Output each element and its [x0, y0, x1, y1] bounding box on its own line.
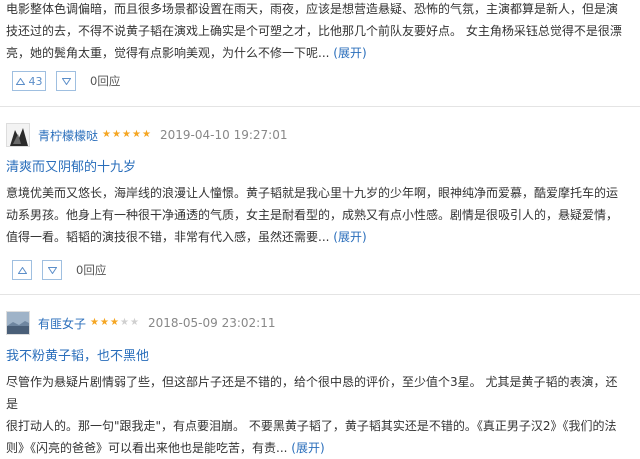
expand-link[interactable]: (展开): [291, 441, 324, 455]
review-body-line: 技还过的去，不得不说黄子韬在演戏上确实是个可塑之才，比他那几个前队友要好点。 女…: [6, 24, 622, 38]
review-body-line: 意境优美而又悠长，海岸线的浪漫让人憧憬。黄子韬就是我心里十九岁的少年啊，眼神纯净…: [6, 186, 619, 200]
star-rating: ★ ★ ★ ★ ★: [102, 130, 152, 140]
review-body-line: 则》《闪亮的爸爸》可以看出来他也是能吃苦，有责... (展开): [6, 437, 626, 459]
review-body-text: 亮，她的鬓角太重，觉得有点影响美观，为什么不修一下呢...: [6, 46, 330, 60]
review-date: 2019-04-10 19:27:01: [160, 128, 288, 142]
star-icon: ★: [120, 317, 129, 328]
star-icon: ★: [122, 129, 131, 140]
thumb-down-icon: [47, 264, 57, 277]
review-body-text: 则》《闪亮的爸爸》可以看出来他也是能吃苦，有责...: [6, 441, 288, 455]
upvote-button[interactable]: [12, 260, 32, 280]
avatar[interactable]: [6, 311, 30, 335]
downvote-button[interactable]: [56, 71, 76, 91]
review-body: 意境优美而又悠长，海岸线的浪漫让人憧憬。黄子韬就是我心里十九岁的少年啊，眼神纯净…: [6, 182, 626, 248]
star-icon: ★: [90, 317, 99, 328]
review-body-text: 值得一看。韬韬的演技很不错，非常有代入感，虽然还需要...: [6, 230, 330, 244]
divider: [0, 106, 640, 107]
review-body: 尽管作为悬疑片剧情弱了些，但这部片子还是不错的，给个很中恳的评价，至少值个3星。…: [6, 371, 626, 459]
star-icon: ★: [132, 129, 141, 140]
expand-link[interactable]: (展开): [333, 230, 366, 244]
review-body-line: 值得一看。韬韬的演技很不错，非常有代入感，虽然还需要... (展开): [6, 226, 626, 248]
review-header: 青柠檬檬哒 ★ ★ ★ ★ ★ 2019-04-10 19:27:01: [6, 122, 287, 148]
star-icon: ★: [110, 317, 119, 328]
review-body: 电影整体色调偏暗，而且很多场景都设置在雨天，雨夜，应该是想营造悬疑、恐怖的气氛，…: [6, 0, 626, 64]
review-body-line: 尽管作为悬疑片剧情弱了些，但这部片子还是不错的，给个很中恳的评价，至少值个3星。…: [6, 375, 618, 411]
review-header: 有匪女子 ★ ★ ★ ★ ★ 2018-05-09 23:02:11: [6, 310, 275, 336]
downvote-button[interactable]: [42, 260, 62, 280]
review-title[interactable]: 清爽而又阴郁的十九岁: [6, 156, 136, 175]
star-rating: ★ ★ ★ ★ ★: [90, 318, 140, 328]
username[interactable]: 有匪女子: [38, 315, 86, 332]
reply-link[interactable]: 0回应: [90, 73, 120, 89]
review-body-line: 动系男孩。他身上有一种很干净通透的气质，女主是耐看型的，成熟又有点小性感。剧情是…: [6, 208, 619, 222]
review-actions: 43 0回应: [12, 70, 120, 92]
username[interactable]: 青柠檬檬哒: [38, 127, 98, 144]
review-title[interactable]: 我不粉黄子韬，也不黑他: [6, 345, 149, 364]
review-date: 2018-05-09 23:02:11: [148, 316, 276, 330]
avatar[interactable]: [6, 123, 30, 147]
star-icon: ★: [102, 129, 111, 140]
thumb-up-icon: [15, 75, 25, 88]
expand-link[interactable]: (展开): [333, 46, 366, 60]
upvote-count: 43: [28, 74, 43, 88]
reply-link[interactable]: 0回应: [76, 262, 106, 278]
review-actions: 0回应: [12, 259, 106, 281]
review-body-line: 亮，她的鬓角太重，觉得有点影响美观，为什么不修一下呢... (展开): [6, 42, 626, 64]
star-icon: ★: [142, 129, 151, 140]
review-body-line: 电影整体色调偏暗，而且很多场景都设置在雨天，雨夜，应该是想营造悬疑、恐怖的气氛，…: [6, 2, 619, 16]
divider: [0, 294, 640, 295]
thumb-up-icon: [17, 264, 27, 277]
upvote-button[interactable]: 43: [12, 71, 46, 91]
star-icon: ★: [130, 317, 139, 328]
thumb-down-icon: [61, 75, 71, 88]
review-body-line: 很打动人的。那一句"跟我走"，有点要泪崩。 不要黑黄子韬了，黄子韬其实还是不错的…: [6, 419, 617, 433]
star-icon: ★: [100, 317, 109, 328]
star-icon: ★: [112, 129, 121, 140]
